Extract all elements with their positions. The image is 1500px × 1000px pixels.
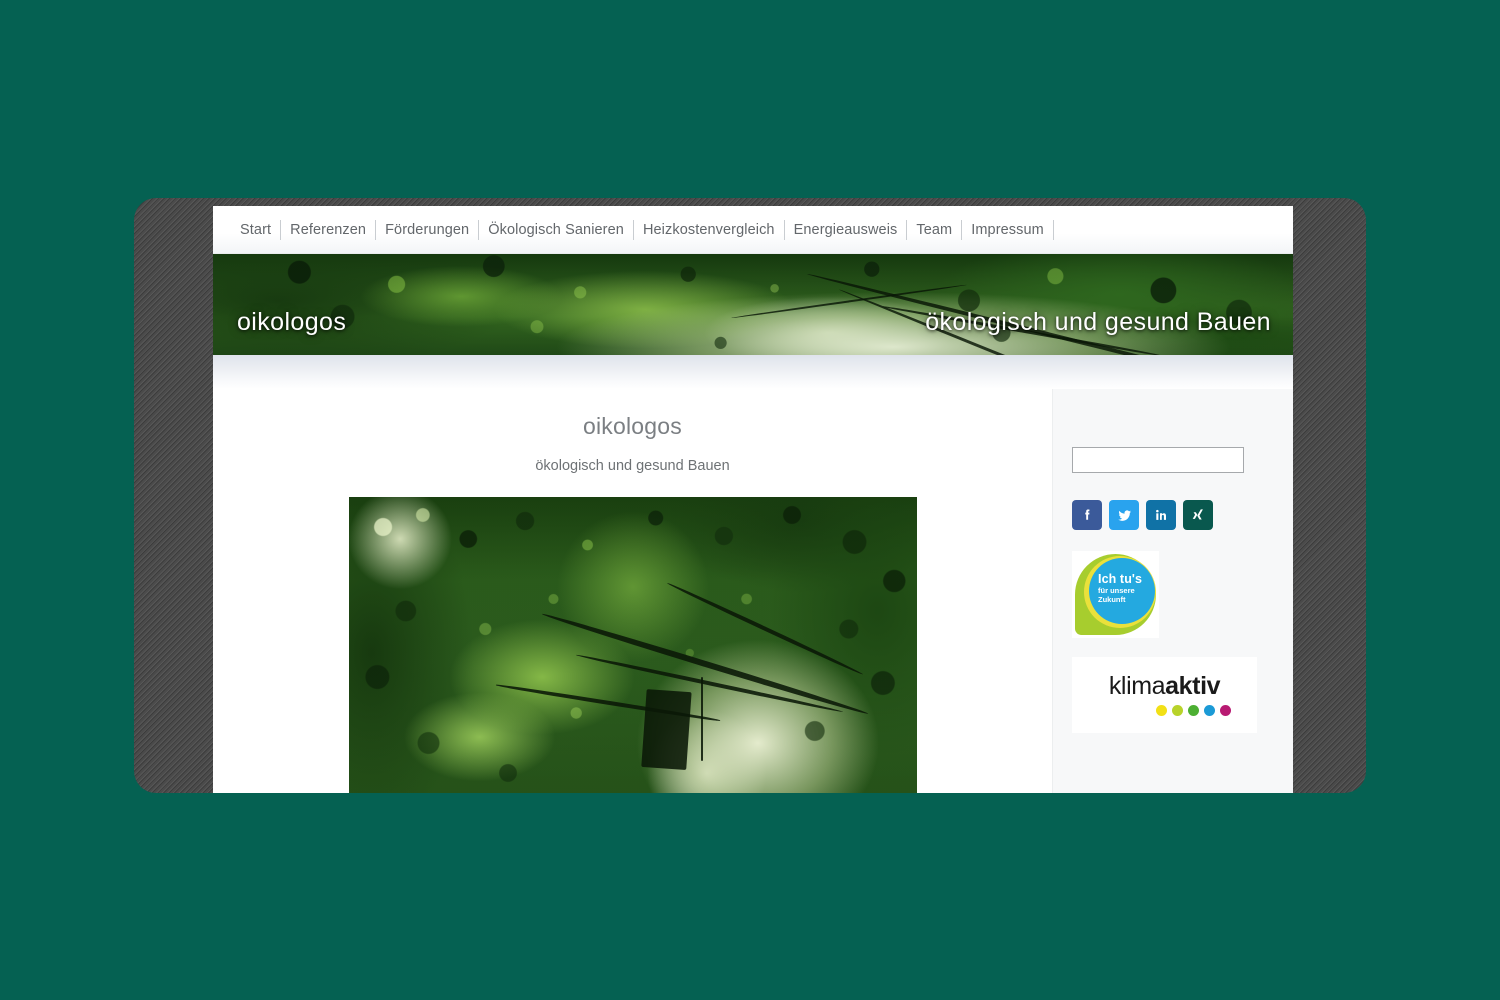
klimaaktiv-wordmark: klimaaktiv — [1108, 672, 1221, 700]
klimaaktiv-dot-row — [1156, 705, 1231, 716]
page-body: oikologos ökologisch und gesund Bauen Ic… — [213, 389, 1293, 793]
main-navigation: Start Referenzen Förderungen Ökologisch … — [213, 206, 1293, 254]
banner-gradient-strip — [213, 355, 1293, 389]
ich-tus-line1: Ich tu's — [1098, 572, 1143, 586]
klimaaktiv-dot-3 — [1188, 705, 1199, 716]
klimaaktiv-logo[interactable]: klimaaktiv — [1072, 657, 1257, 733]
nav-item-impressum[interactable]: Impressum — [962, 222, 1053, 238]
search-input[interactable] — [1072, 447, 1244, 473]
main-content: oikologos ökologisch und gesund Bauen — [213, 389, 1052, 793]
banner-foliage-texture — [213, 254, 1293, 355]
klimaaktiv-dot-5 — [1220, 705, 1231, 716]
page-subtitle: ökologisch und gesund Bauen — [535, 458, 730, 474]
nav-separator — [1052, 219, 1054, 240]
website-viewport: Start Referenzen Förderungen Ökologisch … — [213, 206, 1293, 793]
hero-branch — [641, 689, 692, 771]
facebook-icon[interactable] — [1072, 500, 1102, 530]
site-banner: oikologos ökologisch und gesund Bauen — [213, 254, 1293, 355]
klimaaktiv-light-part: klima — [1108, 672, 1166, 700]
ich-tus-line3: Zukunft — [1098, 595, 1126, 605]
banner-tagline: ökologisch und gesund Bauen — [925, 308, 1271, 336]
page-title: oikologos — [583, 413, 682, 439]
klimaaktiv-bold-part: aktiv — [1165, 672, 1221, 700]
nav-item-energieausweis[interactable]: Energieausweis — [785, 222, 907, 238]
sidebar: Ich tu's für unsere Zukunft klimaaktiv — [1052, 389, 1293, 793]
hero-image — [348, 497, 917, 793]
twitter-icon[interactable] — [1109, 500, 1139, 530]
banner-site-title: oikologos — [237, 308, 347, 336]
linkedin-icon[interactable] — [1146, 500, 1176, 530]
ich-tus-logo[interactable]: Ich tu's für unsere Zukunft — [1072, 551, 1159, 638]
nav-item-start[interactable]: Start — [240, 222, 280, 238]
ich-tus-text-block: Ich tu's für unsere Zukunft — [1098, 572, 1142, 605]
nav-list: Start Referenzen Förderungen Ökologisch … — [240, 219, 1054, 240]
nav-item-heizkostenvergleich[interactable]: Heizkostenvergleich — [634, 222, 784, 238]
nav-item-foerderungen[interactable]: Förderungen — [376, 222, 478, 238]
xing-icon[interactable] — [1183, 500, 1213, 530]
social-links — [1072, 500, 1293, 530]
klimaaktiv-dot-1 — [1156, 705, 1167, 716]
nav-item-oekologisch-sanieren[interactable]: Ökologisch Sanieren — [479, 222, 633, 238]
nav-item-referenzen[interactable]: Referenzen — [281, 222, 375, 238]
ich-tus-line2: für unsere — [1098, 586, 1135, 595]
nav-item-team[interactable]: Team — [907, 222, 961, 238]
klimaaktiv-dot-2 — [1172, 705, 1183, 716]
hero-image-foliage — [348, 497, 917, 793]
browser-window-frame: Start Referenzen Förderungen Ökologisch … — [134, 198, 1366, 793]
klimaaktiv-dot-4 — [1204, 705, 1215, 716]
hero-branch — [700, 677, 704, 761]
